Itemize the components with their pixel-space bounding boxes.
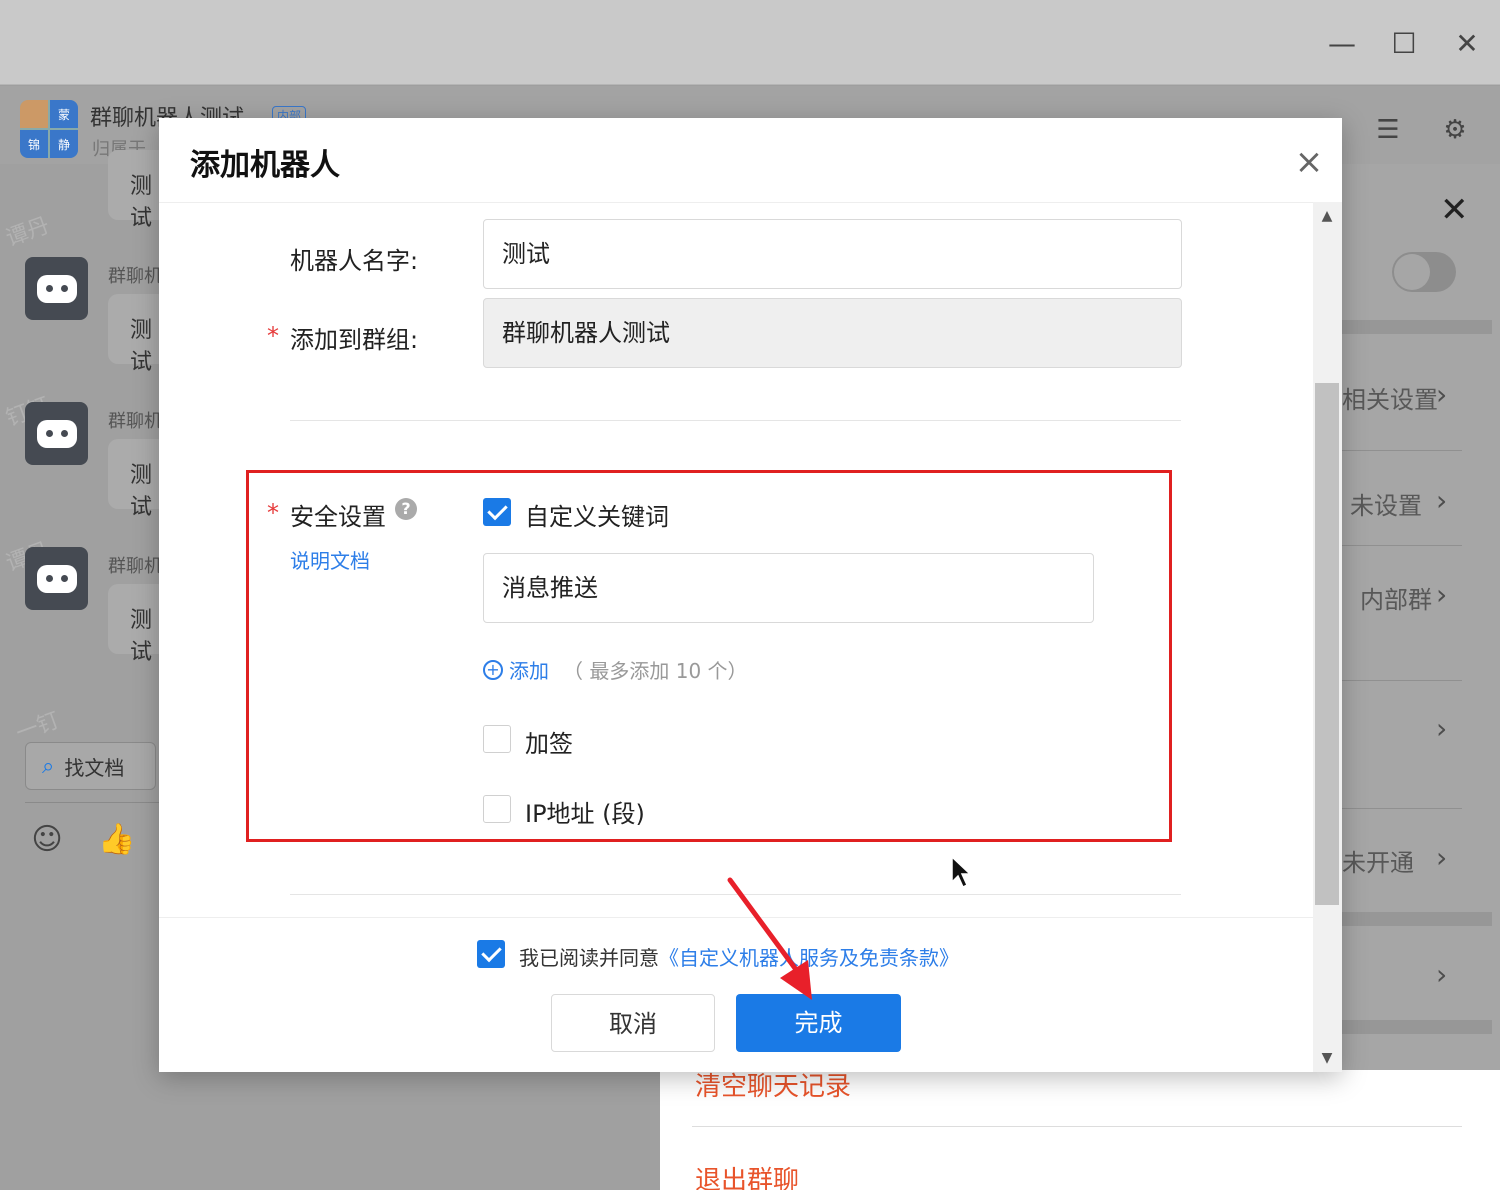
close-icon[interactable]: ✕ bbox=[1451, 28, 1483, 60]
bot-avatar[interactable] bbox=[25, 402, 88, 465]
title-bar bbox=[0, 0, 1500, 85]
panel-close-icon[interactable]: ✕ bbox=[1440, 190, 1469, 230]
robot-name-input[interactable]: 测试 bbox=[483, 219, 1182, 289]
doc-link[interactable]: 说明文档 bbox=[290, 545, 370, 574]
leave-group-button[interactable]: 退出群聊 bbox=[695, 1160, 799, 1190]
find-doc-button[interactable]: ⌕ 找文档 bbox=[25, 742, 156, 790]
form-divider bbox=[290, 420, 1181, 421]
side-row-label: 未开通 bbox=[1342, 849, 1414, 877]
find-doc-label: 找文档 bbox=[64, 755, 125, 780]
robot-name-label: 机器人名字: bbox=[290, 247, 419, 275]
custom-keyword-label: 自定义关键词 bbox=[525, 503, 669, 531]
row-divider bbox=[1342, 808, 1462, 809]
search-history-icon[interactable]: ☰ bbox=[1370, 112, 1406, 148]
chevron-right-icon[interactable]: › bbox=[1436, 578, 1447, 611]
annotation-arrow-icon bbox=[727, 877, 812, 1000]
agree-prefix: 我已阅读并同意 bbox=[519, 946, 659, 970]
group-field: 群聊机器人测试 bbox=[483, 298, 1182, 368]
section-divider bbox=[1342, 1020, 1492, 1034]
avatar-char: 锦 bbox=[20, 130, 48, 158]
bot-name: 群聊机 bbox=[108, 411, 162, 432]
dialog-close-icon[interactable]: × bbox=[1291, 144, 1327, 180]
chevron-right-icon[interactable]: › bbox=[1436, 484, 1447, 517]
add-to-group-label: 添加到群组: bbox=[290, 326, 419, 354]
chevron-right-icon[interactable]: › bbox=[1436, 841, 1447, 874]
sign-checkbox[interactable] bbox=[483, 725, 511, 753]
scroll-up-icon[interactable]: ▲ bbox=[1319, 208, 1335, 224]
chevron-right-icon[interactable]: › bbox=[1436, 958, 1447, 991]
doc-search-icon: ⌕ bbox=[42, 753, 55, 779]
dialog-title: 添加机器人 bbox=[190, 148, 340, 183]
keyword-input[interactable]: 消息推送 bbox=[483, 553, 1094, 623]
cancel-button[interactable]: 取消 bbox=[551, 994, 715, 1052]
side-row-label: 未设置 bbox=[1350, 492, 1422, 520]
avatar-char: 静 bbox=[50, 130, 78, 158]
robot-icon bbox=[36, 564, 77, 593]
required-mark: * bbox=[267, 499, 279, 527]
row-divider bbox=[1342, 450, 1462, 451]
agree-checkbox[interactable] bbox=[477, 940, 505, 968]
watermark: 谭丹 bbox=[2, 213, 53, 252]
section-divider bbox=[1342, 912, 1492, 926]
toggle-switch[interactable] bbox=[1392, 252, 1456, 292]
section-divider bbox=[1342, 320, 1492, 334]
scroll-down-icon[interactable]: ▼ bbox=[1319, 1050, 1335, 1066]
divider bbox=[25, 802, 160, 803]
robot-icon bbox=[36, 419, 77, 448]
group-avatar[interactable]: 蒙 锦 静 bbox=[20, 100, 78, 158]
watermark: 一钉 bbox=[12, 708, 63, 747]
mouse-cursor-icon bbox=[951, 856, 972, 888]
robot-icon bbox=[36, 274, 77, 303]
avatar-char: 蒙 bbox=[50, 100, 78, 128]
avatar-face bbox=[20, 100, 48, 128]
bot-avatar[interactable] bbox=[25, 547, 88, 610]
scroll-thumb[interactable] bbox=[1315, 383, 1339, 905]
custom-keyword-checkbox[interactable] bbox=[483, 498, 511, 526]
emoji-icon[interactable]: ☺ bbox=[27, 820, 67, 860]
minimize-icon[interactable]: — bbox=[1326, 28, 1358, 60]
security-settings-label: 安全设置 bbox=[290, 503, 386, 531]
row-divider bbox=[1342, 680, 1462, 681]
row-divider bbox=[1342, 545, 1462, 546]
side-row-label: 相关设置 bbox=[1342, 386, 1438, 414]
row-divider bbox=[692, 1126, 1462, 1127]
ip-checkbox[interactable] bbox=[483, 795, 511, 823]
side-row-label: 内部群 bbox=[1360, 586, 1432, 614]
plus-circle-icon: + bbox=[483, 659, 503, 680]
add-keyword-row[interactable]: + 添加 （ 最多添加 10 个） bbox=[483, 655, 748, 684]
bot-name: 群聊机 bbox=[108, 556, 162, 577]
gear-icon[interactable]: ⚙ bbox=[1437, 112, 1473, 148]
chevron-right-icon[interactable]: › bbox=[1436, 712, 1447, 745]
add-keyword-hint: （ 最多添加 10 个） bbox=[563, 659, 748, 683]
sign-label: 加签 bbox=[525, 730, 573, 758]
help-icon[interactable]: ? bbox=[395, 498, 417, 520]
ip-label: IP地址 (段) bbox=[525, 800, 645, 828]
bot-avatar[interactable] bbox=[25, 257, 88, 320]
chevron-right-icon[interactable]: › bbox=[1436, 378, 1447, 411]
bot-name: 群聊机 bbox=[108, 266, 162, 287]
required-mark: * bbox=[267, 322, 279, 350]
add-keyword-link[interactable]: 添加 bbox=[509, 655, 549, 684]
thumbs-up-icon[interactable]: 👍 bbox=[97, 820, 137, 860]
maximize-icon[interactable]: ☐ bbox=[1388, 28, 1420, 60]
